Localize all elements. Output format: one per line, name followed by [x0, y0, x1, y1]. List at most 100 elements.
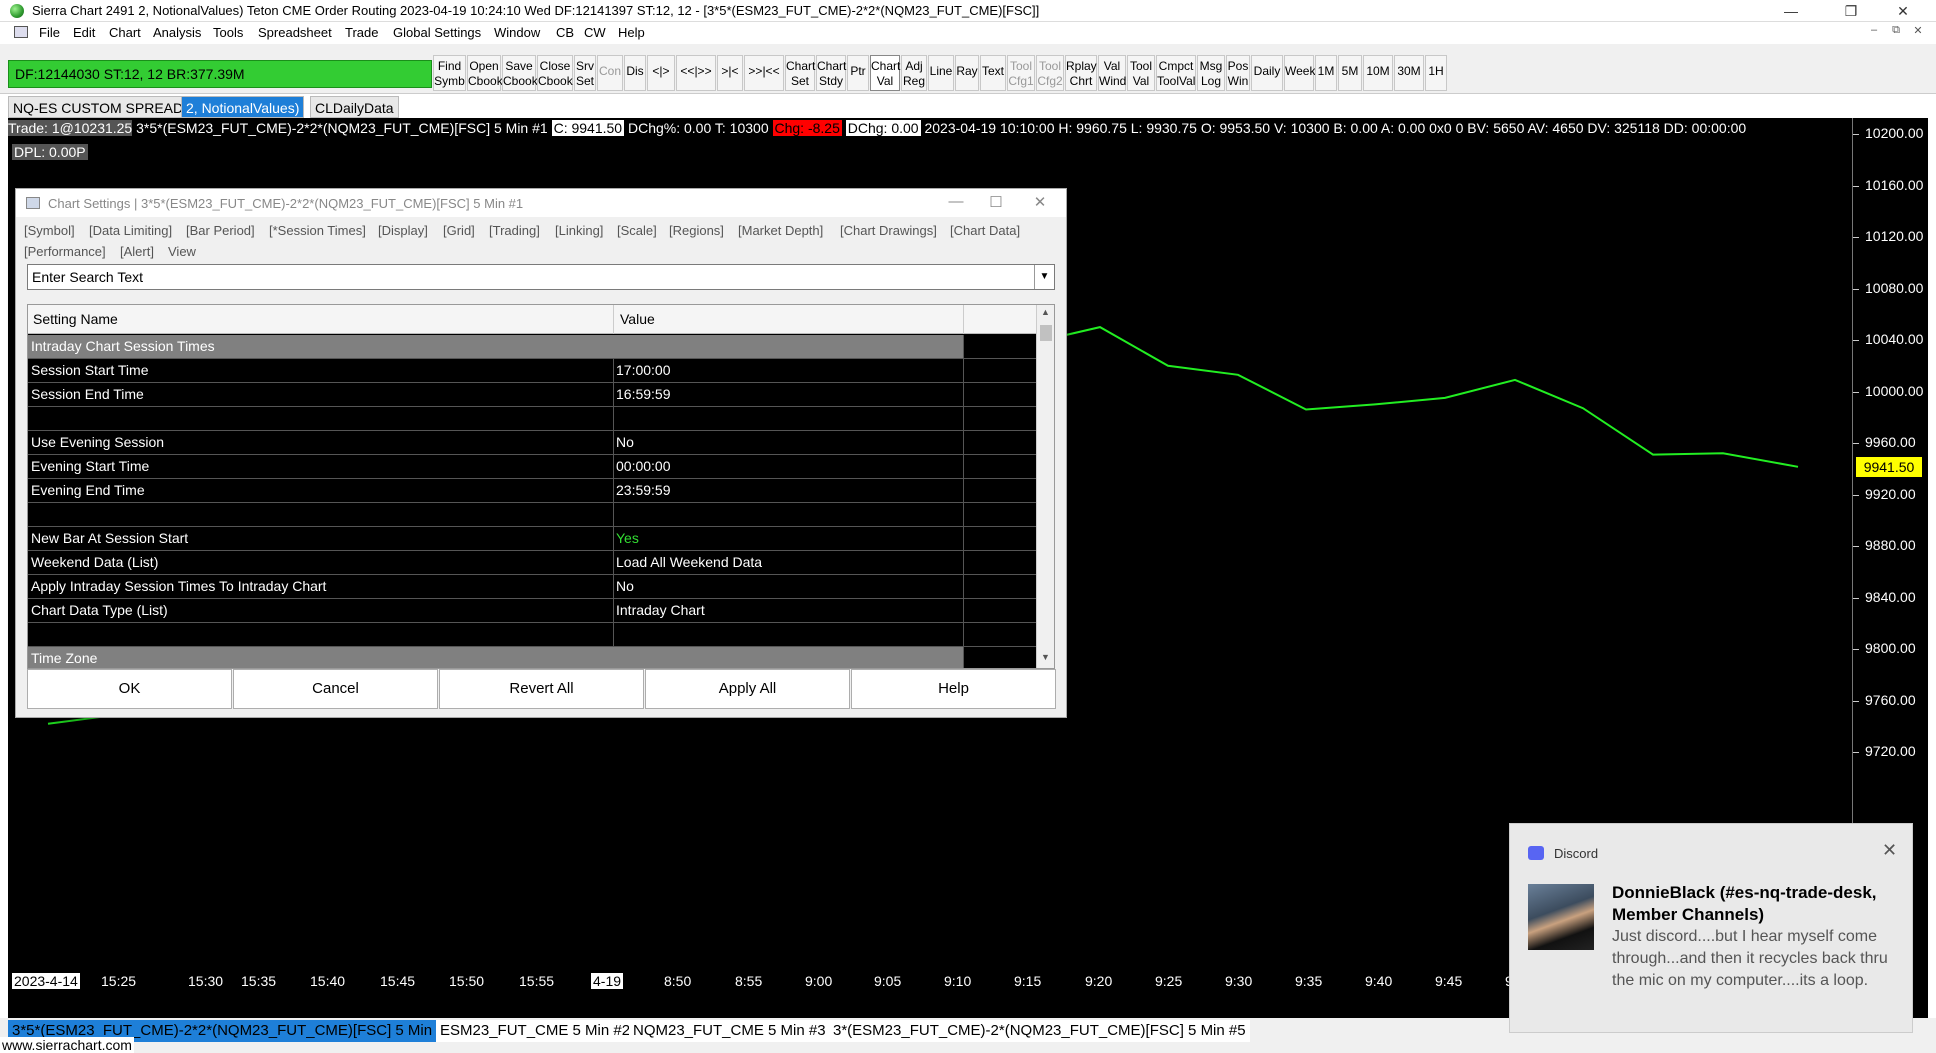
- toolbar-button-val-wind[interactable]: Val Wind: [1098, 55, 1126, 91]
- tab-data-limiting[interactable]: [Data Limiting]: [89, 223, 172, 238]
- toolbar-button-tool-val[interactable]: Tool Val: [1127, 55, 1155, 91]
- dialog-minimize-button[interactable]: —: [936, 193, 976, 213]
- dialog-title-bar[interactable]: Chart Settings | 3*5*(ESM23_FUT_CME)-2*2…: [16, 189, 1066, 217]
- toolbar-button-line[interactable]: Line: [928, 55, 954, 91]
- toolbar-button-week[interactable]: Week: [1284, 55, 1315, 91]
- toolbar-button-tool-cfg2[interactable]: Tool Cfg2: [1036, 55, 1064, 91]
- cancel-button[interactable]: Cancel: [233, 669, 438, 709]
- tab-grid[interactable]: [Grid]: [443, 223, 475, 238]
- bottom-tab-es-2[interactable]: ESM23_FUT_CME 5 Min #2: [436, 1020, 635, 1042]
- toolbar-button-cmpct-toolval[interactable]: Cmpct ToolVal: [1156, 55, 1196, 91]
- menu-analysis[interactable]: Analysis: [153, 25, 201, 40]
- menu-help[interactable]: Help: [618, 25, 645, 40]
- revert-all-button[interactable]: Revert All: [439, 669, 644, 709]
- setting-row[interactable]: Evening Start Time 00:00:00: [28, 455, 1036, 479]
- toolbar-button-ray[interactable]: Ray: [955, 55, 979, 91]
- menu-tools[interactable]: Tools: [213, 25, 243, 40]
- document-icon[interactable]: [14, 26, 28, 38]
- scroll-thumb[interactable]: [1040, 325, 1052, 341]
- toolbar-button-rplay-chrt[interactable]: Rplay Chrt: [1065, 55, 1097, 91]
- menu-window[interactable]: Window: [494, 25, 540, 40]
- tab-view[interactable]: View: [168, 244, 196, 259]
- ok-button[interactable]: OK: [27, 669, 232, 709]
- setting-name-column-header[interactable]: Setting Name: [33, 311, 118, 327]
- setting-row[interactable]: [28, 623, 1036, 647]
- setting-value-cell[interactable]: No: [616, 431, 634, 454]
- menu-edit[interactable]: Edit: [73, 25, 95, 40]
- tab-session-times[interactable]: [*Session Times]: [269, 223, 366, 238]
- toolbar-button-tool-cfg1[interactable]: Tool Cfg1: [1007, 55, 1035, 91]
- toolbar-button-[interactable]: <|>: [647, 55, 675, 91]
- mdi-minimize-button[interactable]: –: [1866, 24, 1882, 40]
- toolbar-button-[interactable]: >>|<<: [744, 55, 784, 91]
- menu-file[interactable]: File: [39, 25, 60, 40]
- menu-global-settings[interactable]: Global Settings: [393, 25, 481, 40]
- discord-notification[interactable]: Discord ✕ DonnieBlack (#es-nq-trade-desk…: [1509, 823, 1913, 1033]
- tab-bar-period[interactable]: [Bar Period]: [186, 223, 255, 238]
- toolbar-button-close-cbook[interactable]: Close Cbook: [537, 55, 573, 91]
- setting-row[interactable]: [28, 407, 1036, 431]
- toolbar-button-text[interactable]: Text: [980, 55, 1006, 91]
- chart-tab-notional-values[interactable]: 2, NotionalValues): [181, 96, 305, 118]
- dialog-close-button[interactable]: ✕: [1020, 193, 1060, 213]
- dialog-maximize-button[interactable]: ☐: [976, 193, 1016, 213]
- tab-performance[interactable]: [Performance]: [24, 244, 106, 259]
- menu-cw[interactable]: CW: [584, 25, 606, 40]
- column-divider[interactable]: [613, 305, 614, 334]
- setting-row[interactable]: [28, 503, 1036, 527]
- toolbar-button-con[interactable]: Con: [597, 55, 623, 91]
- menu-cb[interactable]: CB: [556, 25, 574, 40]
- toolbar-button-[interactable]: <<|>>: [676, 55, 716, 91]
- help-button[interactable]: Help: [851, 669, 1056, 709]
- tab-display[interactable]: [Display]: [378, 223, 428, 238]
- setting-value-cell[interactable]: 16:59:59: [616, 383, 671, 406]
- apply-all-button[interactable]: Apply All: [645, 669, 850, 709]
- toolbar-button-chart-stdy[interactable]: Chart Stdy: [816, 55, 846, 91]
- section-header-row[interactable]: Time Zone: [28, 647, 1036, 668]
- setting-row[interactable]: Apply Intraday Session Times To Intraday…: [28, 575, 1036, 599]
- toolbar-button-ptr[interactable]: Ptr: [847, 55, 869, 91]
- toolbar-button-srv-set[interactable]: Srv Set: [574, 55, 596, 91]
- toolbar-button-5m[interactable]: 5M: [1338, 55, 1362, 91]
- tab-symbol[interactable]: [Symbol]: [24, 223, 75, 238]
- restore-window-button[interactable]: ❐: [1828, 0, 1874, 22]
- tab-trading[interactable]: [Trading]: [489, 223, 540, 238]
- tab-scale[interactable]: [Scale]: [617, 223, 657, 238]
- value-column-header[interactable]: Value: [620, 311, 655, 327]
- setting-row[interactable]: Evening End Time 23:59:59: [28, 479, 1036, 503]
- bottom-tab-spread-5[interactable]: 3*(ESM23_FUT_CME)-2*(NQM23_FUT_CME)[FSC]…: [829, 1020, 1250, 1042]
- toolbar-button-[interactable]: >|<: [717, 55, 743, 91]
- toolbar-button-30m[interactable]: 30M: [1394, 55, 1424, 91]
- setting-value-cell[interactable]: 23:59:59: [616, 479, 671, 502]
- toolbar-button-pos-win[interactable]: Pos Win: [1226, 55, 1250, 91]
- toolbar-button-find-symb[interactable]: Find Symb: [433, 55, 466, 91]
- grid-scrollbar[interactable]: ▲ ▼: [1036, 305, 1054, 668]
- setting-row[interactable]: Session End Time 16:59:59: [28, 383, 1036, 407]
- column-divider[interactable]: [963, 305, 964, 334]
- setting-row[interactable]: Use Evening Session No: [28, 431, 1036, 455]
- toolbar-button-msg-log[interactable]: Msg Log: [1197, 55, 1225, 91]
- toolbar-button-daily[interactable]: Daily: [1251, 55, 1283, 91]
- toolbar-button-open-cbook[interactable]: Open Cbook: [467, 55, 503, 91]
- tab-chart-data[interactable]: [Chart Data]: [950, 223, 1020, 238]
- toolbar-button-adj-reg[interactable]: Adj Reg: [901, 55, 927, 91]
- tab-linking[interactable]: [Linking]: [555, 223, 603, 238]
- toolbar-button-dis[interactable]: Dis: [624, 55, 646, 91]
- setting-value-cell[interactable]: Yes: [616, 527, 639, 550]
- menu-chart[interactable]: Chart: [109, 25, 141, 40]
- chart-tab-nq-es-spread[interactable]: NQ-ES CUSTOM SPREAD: [8, 96, 189, 118]
- section-header-row[interactable]: Intraday Chart Session Times: [28, 335, 1036, 359]
- setting-value-cell[interactable]: Load All Weekend Data: [616, 551, 762, 574]
- setting-row[interactable]: Chart Data Type (List) Intraday Chart: [28, 599, 1036, 623]
- toolbar-button-1m[interactable]: 1M: [1315, 55, 1337, 91]
- chart-tab-cl-daily-data[interactable]: CLDailyData: [310, 96, 399, 118]
- toolbar-button-1h[interactable]: 1H: [1425, 55, 1447, 91]
- tab-chart-drawings[interactable]: [Chart Drawings]: [840, 223, 937, 238]
- website-link[interactable]: www.sierrachart.com: [0, 1037, 134, 1053]
- mdi-close-button[interactable]: ✕: [1910, 24, 1926, 40]
- setting-row[interactable]: New Bar At Session Start Yes: [28, 527, 1036, 551]
- settings-search-input[interactable]: [32, 267, 1022, 287]
- tab-alert[interactable]: [Alert]: [120, 244, 154, 259]
- mdi-restore-button[interactable]: ⧉: [1888, 24, 1904, 40]
- toolbar-button-chart-val[interactable]: Chart Val: [870, 55, 900, 91]
